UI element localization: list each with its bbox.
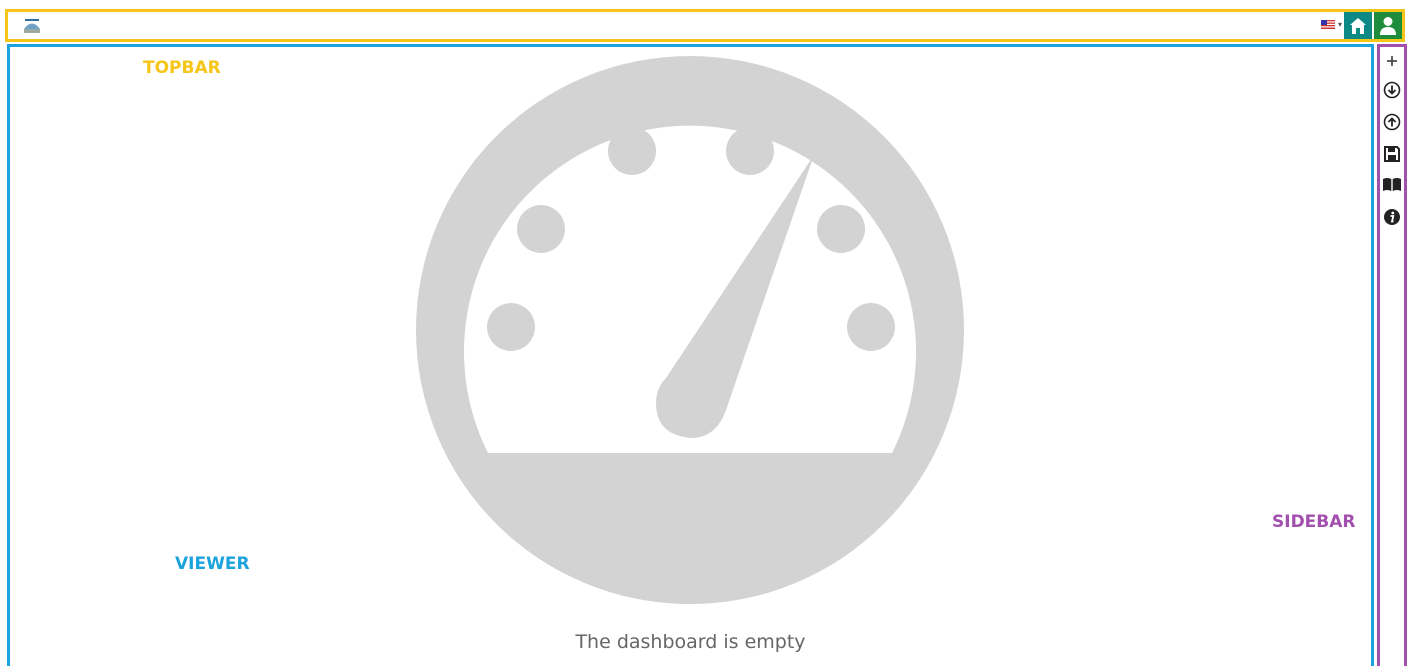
book-icon: [1383, 178, 1401, 191]
topbar-region-label: TOPBAR: [143, 58, 221, 78]
chevron-down-icon: ▾: [1337, 19, 1342, 29]
app-logo[interactable]: [21, 14, 43, 36]
import-button[interactable]: [1380, 78, 1404, 102]
user-button[interactable]: [1374, 12, 1402, 39]
save-icon: [1384, 146, 1400, 162]
viewer-region-label: VIEWER: [175, 554, 250, 574]
us-flag-icon: [1320, 20, 1335, 29]
language-selector[interactable]: ▾: [1320, 19, 1342, 29]
plus-icon: [1387, 56, 1397, 66]
empty-dashboard-message: The dashboard is empty: [575, 631, 806, 653]
sidebar-region-label: SIDEBAR: [1272, 512, 1356, 532]
sidebar: [1377, 44, 1407, 666]
export-button[interactable]: [1380, 110, 1404, 134]
documentation-button[interactable]: [1380, 173, 1404, 197]
topbar: ▾: [5, 9, 1405, 42]
download-circle-icon: [1383, 81, 1401, 99]
info-icon: [1384, 209, 1400, 225]
dashboard-gauge-icon: [416, 56, 964, 604]
home-button[interactable]: [1344, 12, 1372, 39]
add-button[interactable]: [1380, 49, 1404, 73]
home-icon: [1350, 17, 1366, 34]
save-button[interactable]: [1380, 142, 1404, 166]
upload-circle-icon: [1383, 113, 1401, 131]
user-icon: [1380, 16, 1396, 35]
info-button[interactable]: [1380, 205, 1404, 229]
